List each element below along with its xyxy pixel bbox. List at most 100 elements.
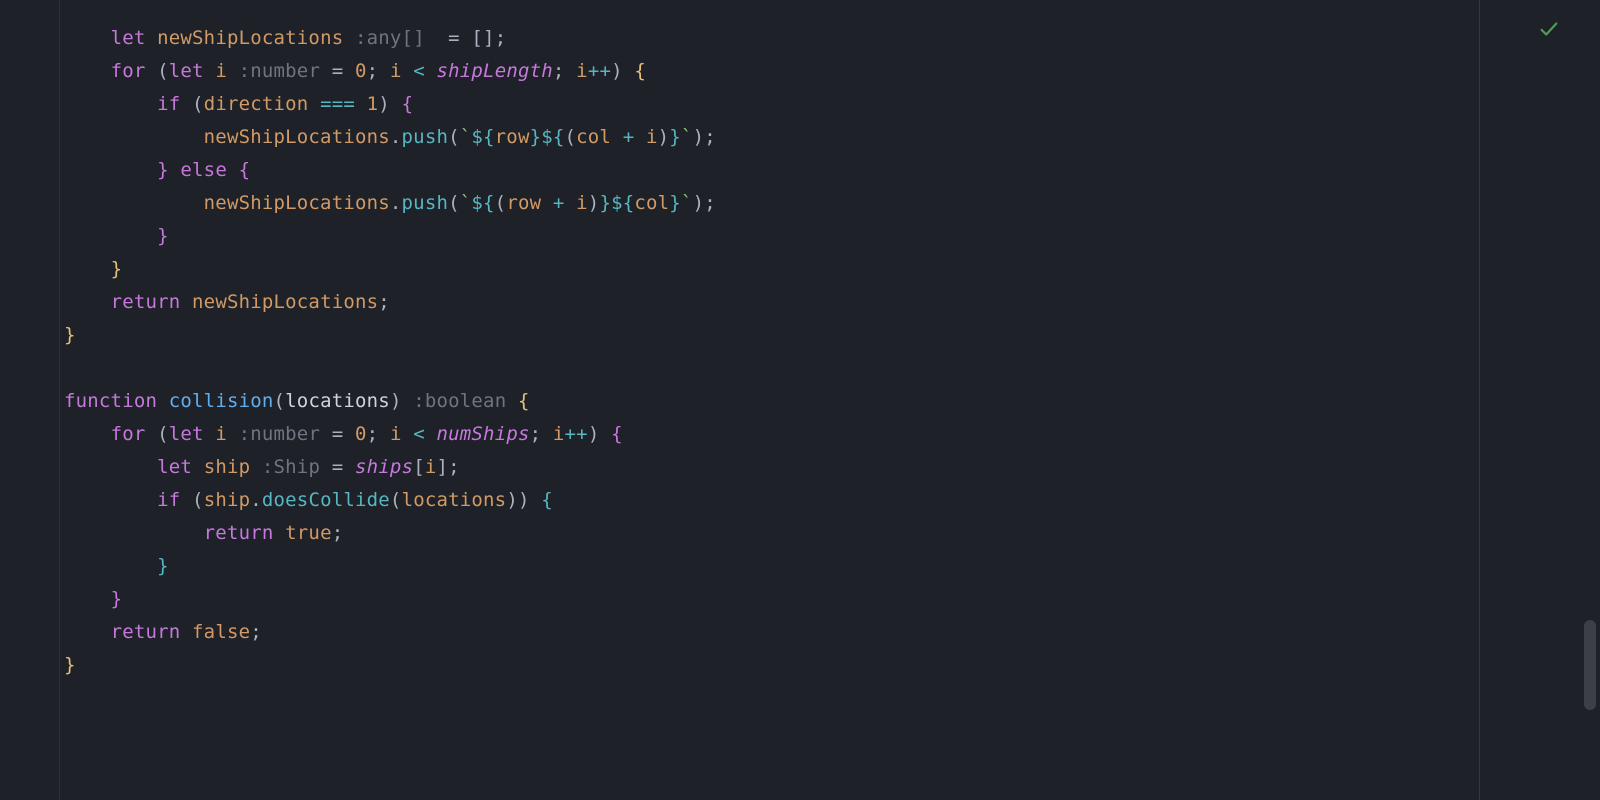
token-par: ( <box>495 192 507 214</box>
code-editor[interactable]: let newShipLocations :any[] = []; for (l… <box>0 0 1600 800</box>
token-brace-b: ${ <box>471 192 494 214</box>
token-op: ++ <box>565 423 588 445</box>
token-par: ( <box>390 489 402 511</box>
token-num: 1 <box>367 93 379 115</box>
token-ident: i <box>215 423 227 445</box>
token-par: ) <box>378 93 390 115</box>
token-par: ) <box>506 489 518 511</box>
token-ital: shipLength <box>437 60 553 82</box>
token-punc: ; <box>704 192 716 214</box>
token-brace-p: } <box>111 588 123 610</box>
token-punc: . <box>250 489 262 511</box>
token-eq: = <box>448 27 460 49</box>
token-brace-y: } <box>64 654 76 676</box>
token-par: ) <box>611 60 623 82</box>
token-brace-p: } <box>157 225 169 247</box>
token-method: push <box>402 126 449 148</box>
token-eq: = <box>332 60 344 82</box>
token-ident: i <box>553 423 565 445</box>
token-ident: row <box>506 192 541 214</box>
token-ident: i <box>646 126 658 148</box>
token-brace-p: { <box>402 93 414 115</box>
token-brace-b: ${ <box>471 126 494 148</box>
token-par: ( <box>448 192 460 214</box>
token-kw: return <box>204 522 274 544</box>
token-brace-b: } <box>669 192 681 214</box>
token-brace-b: } <box>599 192 611 214</box>
token-kw: for <box>111 60 146 82</box>
token-par: ) <box>588 423 600 445</box>
token-punc: ; <box>704 126 716 148</box>
token-ident: newShipLocations <box>204 192 390 214</box>
scrollbar-thumb[interactable] <box>1584 620 1596 710</box>
token-par: ) <box>693 192 705 214</box>
token-brace-b: } <box>669 126 681 148</box>
code-area[interactable]: let newShipLocations :any[] = []; for (l… <box>60 0 1600 800</box>
token-kw: return <box>111 291 181 313</box>
token-kw: for <box>111 423 146 445</box>
token-brace-b: { <box>541 489 553 511</box>
token-ident: i <box>390 423 402 445</box>
token-hint: :number <box>239 60 320 82</box>
token-ident: locations <box>402 489 507 511</box>
token-brace-y: } <box>64 324 76 346</box>
code-content[interactable]: let newShipLocations :any[] = []; for (l… <box>64 22 1600 682</box>
token-par: ( <box>192 489 204 511</box>
token-par: ) <box>658 126 670 148</box>
token-ident: col <box>576 126 611 148</box>
token-punc: ; <box>530 423 542 445</box>
token-hint: :Ship <box>262 456 320 478</box>
token-kw: let <box>169 423 204 445</box>
token-punc: ; <box>448 456 460 478</box>
token-brace-p: { <box>611 423 623 445</box>
token-par: ( <box>192 93 204 115</box>
token-brace-y: { <box>634 60 646 82</box>
token-par: ( <box>565 126 577 148</box>
token-kw: return <box>111 621 181 643</box>
token-punc: ; <box>332 522 344 544</box>
token-eq: = <box>332 456 344 478</box>
token-num: 0 <box>355 60 367 82</box>
token-op: + <box>553 192 565 214</box>
token-op: === <box>320 93 355 115</box>
token-kw: let <box>157 456 192 478</box>
token-fnname: collision <box>169 390 274 412</box>
token-brace-y: } <box>111 258 123 280</box>
token-hint: :any[] <box>355 27 425 49</box>
token-ital: ships <box>355 456 413 478</box>
token-str: ` <box>681 126 693 148</box>
token-eq: = <box>332 423 344 445</box>
token-punc: [ <box>471 27 483 49</box>
token-str: ` <box>460 126 472 148</box>
status-ok-check-icon <box>1538 18 1560 40</box>
editor-right-margin <box>1479 0 1480 800</box>
token-op: < <box>413 423 425 445</box>
token-bool: true <box>285 522 332 544</box>
token-brace-y: { <box>518 390 530 412</box>
token-str: ` <box>681 192 693 214</box>
token-par: ( <box>274 390 286 412</box>
token-str: ` <box>460 192 472 214</box>
token-brace-b: } <box>530 126 542 148</box>
token-punc: ] <box>437 456 449 478</box>
token-punc: ; <box>367 423 379 445</box>
token-punc: [ <box>413 456 425 478</box>
token-brace-b: } <box>157 555 169 577</box>
token-ident: col <box>634 192 669 214</box>
token-ident: ship <box>204 489 251 511</box>
gutter <box>0 0 60 800</box>
token-kw: let <box>169 60 204 82</box>
token-num: 0 <box>355 423 367 445</box>
token-method: push <box>402 192 449 214</box>
token-brace-p: } <box>157 159 169 181</box>
token-ident: i <box>390 60 402 82</box>
token-punc: ] <box>483 27 495 49</box>
token-ident: newShipLocations <box>204 126 390 148</box>
token-punc: ; <box>367 60 379 82</box>
token-bool: false <box>192 621 250 643</box>
token-op: + <box>623 126 635 148</box>
token-ident: direction <box>204 93 309 115</box>
token-kw: if <box>157 489 180 511</box>
token-hint: :boolean <box>413 390 506 412</box>
token-kw: else <box>180 159 227 181</box>
